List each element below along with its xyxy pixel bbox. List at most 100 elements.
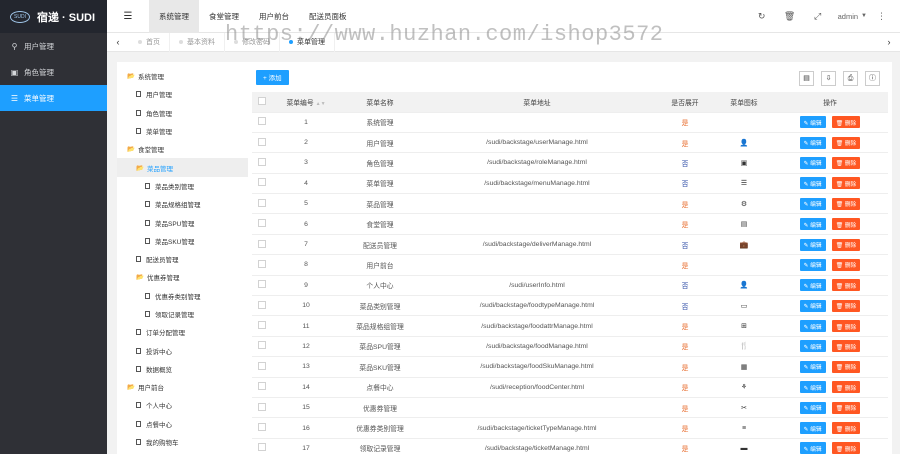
table-row[interactable]: 6 食堂管理 是 ▤ ✎ 编辑 🗑 删除 bbox=[252, 213, 888, 235]
tree-node[interactable]: 📂 优惠券管理 bbox=[117, 268, 248, 286]
row-checkbox[interactable] bbox=[258, 239, 266, 248]
tree-node[interactable]: 投诉中心 bbox=[117, 341, 248, 359]
sidebar-item[interactable]: ▣ 角色管理 bbox=[0, 59, 107, 85]
row-checkbox[interactable] bbox=[258, 402, 266, 411]
table-row[interactable]: 12 菜品SPU管理/sudi/backstage/foodManage.html… bbox=[252, 336, 888, 358]
tree-node[interactable]: 配送员管理 bbox=[117, 250, 248, 268]
table-row[interactable]: 17 领取记录管理/sudi/backstage/ticketManage.htm… bbox=[252, 438, 888, 454]
delete-button[interactable]: 🗑 删除 bbox=[831, 340, 861, 353]
table-row[interactable]: 7 配送员管理/sudi/backstage/deliverManage.html… bbox=[252, 234, 888, 256]
edit-button[interactable]: ✎ 编辑 bbox=[799, 360, 826, 373]
table-row[interactable]: 16 优惠券类别管理/sudi/backstage/ticketTypeManag… bbox=[252, 417, 888, 439]
page-tab[interactable]: 菜单管理 bbox=[280, 32, 335, 52]
edit-button[interactable]: ✎ 编辑 bbox=[799, 299, 826, 312]
delete-button[interactable]: 🗑 删除 bbox=[831, 299, 861, 312]
tree-node[interactable]: 个人中心 bbox=[117, 396, 248, 414]
user-menu[interactable]: admin bbox=[838, 12, 858, 21]
edit-button[interactable]: ✎ 编辑 bbox=[799, 238, 826, 251]
edit-button[interactable]: ✎ 编辑 bbox=[799, 197, 826, 210]
table-row[interactable]: 15 优惠券管理 是 ✂ ✎ 编辑 🗑 删除 bbox=[252, 397, 888, 419]
delete-button[interactable]: 🗑 删除 bbox=[831, 320, 861, 333]
row-checkbox[interactable] bbox=[258, 280, 266, 289]
delete-button[interactable]: 🗑 删除 bbox=[831, 381, 861, 394]
sidebar-item[interactable]: ⚲ 用户管理 bbox=[0, 33, 107, 59]
edit-button[interactable]: ✎ 编辑 bbox=[799, 381, 826, 394]
fullscreen-icon[interactable]: ⤢ bbox=[804, 11, 832, 22]
row-checkbox[interactable] bbox=[258, 219, 266, 228]
edit-button[interactable]: ✎ 编辑 bbox=[799, 422, 826, 435]
edit-button[interactable]: ✎ 编辑 bbox=[799, 279, 826, 292]
tabs-left-arrow-icon[interactable]: ‹ bbox=[107, 37, 129, 47]
tree-node[interactable]: 菜单管理 bbox=[117, 122, 248, 140]
page-tab[interactable]: 修改密码 bbox=[225, 32, 280, 52]
delete-button[interactable]: 🗑 删除 bbox=[831, 238, 861, 251]
delete-button[interactable]: 🗑 删除 bbox=[831, 136, 861, 149]
columns-filter-icon[interactable]: ▤ bbox=[799, 71, 814, 86]
print-icon[interactable]: ⎙ bbox=[843, 71, 858, 86]
delete-button[interactable]: 🗑 删除 bbox=[831, 279, 861, 292]
tree-node[interactable]: 我的购物车 bbox=[117, 433, 248, 451]
tree-node[interactable]: 领取记录管理 bbox=[117, 305, 248, 323]
table-row[interactable]: 1 系统管理 是 ✎ 编辑 🗑 删除 bbox=[252, 112, 888, 133]
tree-node[interactable]: 角色管理 bbox=[117, 104, 248, 122]
tree-node[interactable]: 菜品类别管理 bbox=[117, 177, 248, 195]
tree-node[interactable]: 菜品SKU管理 bbox=[117, 232, 248, 250]
edit-button[interactable]: ✎ 编辑 bbox=[799, 320, 826, 333]
tree-node[interactable]: 订单分配管理 bbox=[117, 323, 248, 341]
delete-button[interactable]: 🗑 删除 bbox=[831, 156, 861, 169]
table-row[interactable]: 14 点餐中心/sudi/reception/foodCenter.html 是 ⚘ ✎… bbox=[252, 377, 888, 398]
tree-node[interactable]: 📂 系统管理 bbox=[117, 67, 248, 85]
table-row[interactable]: 8 用户前台 是 ✎ 编辑 🗑 删除 bbox=[252, 254, 888, 276]
tree-node[interactable]: 点餐中心 bbox=[117, 415, 248, 433]
row-checkbox[interactable] bbox=[258, 443, 266, 452]
delete-button[interactable]: 🗑 删除 bbox=[831, 360, 861, 373]
row-checkbox[interactable] bbox=[258, 198, 266, 207]
delete-button[interactable]: 🗑 删除 bbox=[831, 177, 861, 190]
select-all-checkbox[interactable] bbox=[258, 96, 266, 105]
row-checkbox[interactable] bbox=[258, 157, 266, 166]
edit-button[interactable]: ✎ 编辑 bbox=[799, 218, 826, 231]
delete-button[interactable]: 🗑 删除 bbox=[831, 422, 861, 435]
export-icon[interactable]: ⇩ bbox=[821, 71, 836, 86]
tree-node[interactable]: 优惠券类别管理 bbox=[117, 287, 248, 305]
delete-button[interactable]: 🗑 删除 bbox=[831, 116, 861, 129]
edit-button[interactable]: ✎ 编辑 bbox=[799, 156, 826, 169]
edit-button[interactable]: ✎ 编辑 bbox=[799, 136, 826, 149]
row-checkbox[interactable] bbox=[258, 321, 266, 330]
chevron-down-icon[interactable]: ▼ bbox=[861, 13, 867, 19]
edit-button[interactable]: ✎ 编辑 bbox=[799, 258, 826, 271]
row-checkbox[interactable] bbox=[258, 300, 266, 309]
brand[interactable]: SUDI 宿递 · SUDI bbox=[0, 0, 107, 33]
top-tab[interactable]: 系统管理 bbox=[149, 0, 199, 33]
table-row[interactable]: 2 用户管理/sudi/backstage/userManage.html 是 👤 ✎ … bbox=[252, 132, 888, 154]
table-row[interactable]: 5 菜品管理 是 ⚙ ✎ 编辑 🗑 删除 bbox=[252, 193, 888, 215]
header-menu-id[interactable]: 菜单编号 ▲▼ bbox=[272, 92, 340, 113]
sort-icon[interactable]: ▲▼ bbox=[316, 101, 326, 107]
row-checkbox[interactable] bbox=[258, 259, 266, 268]
top-tab[interactable]: 配送员面板 bbox=[299, 0, 357, 33]
edit-button[interactable]: ✎ 编辑 bbox=[799, 116, 826, 129]
edit-button[interactable]: ✎ 编辑 bbox=[799, 401, 826, 414]
top-tab[interactable]: 食堂管理 bbox=[199, 0, 249, 33]
delete-button[interactable]: 🗑 删除 bbox=[831, 442, 861, 454]
add-button[interactable]: + 添加 bbox=[256, 69, 289, 85]
edit-button[interactable]: ✎ 编辑 bbox=[799, 442, 826, 454]
tabs-right-arrow-icon[interactable]: › bbox=[878, 37, 900, 47]
tree-node[interactable]: 数据概览 bbox=[117, 360, 248, 378]
delete-button[interactable]: 🗑 删除 bbox=[831, 401, 861, 414]
edit-button[interactable]: ✎ 编辑 bbox=[799, 177, 826, 190]
tree-node[interactable]: 📂 食堂管理 bbox=[117, 140, 248, 158]
table-row[interactable]: 3 角色管理/sudi/backstage/roleManage.html 否 ▣ ✎ … bbox=[252, 152, 888, 174]
row-checkbox[interactable] bbox=[258, 361, 266, 370]
table-row[interactable]: 4 菜单管理/sudi/backstage/menuManage.html 否 ☰ ✎ … bbox=[252, 173, 888, 195]
row-checkbox[interactable] bbox=[258, 178, 266, 187]
row-checkbox[interactable] bbox=[258, 423, 266, 432]
table-row[interactable]: 11 菜品规格组管理/sudi/backstage/foodattrManage.… bbox=[252, 315, 888, 337]
more-icon[interactable]: ⋮ bbox=[877, 11, 886, 22]
top-tab[interactable]: 用户前台 bbox=[249, 0, 299, 33]
tree-node[interactable]: 📂 菜品管理 bbox=[117, 158, 248, 177]
tree-node[interactable]: 菜品SPU管理 bbox=[117, 213, 248, 231]
tree-node[interactable]: 用户管理 bbox=[117, 85, 248, 103]
page-tab[interactable]: 首页 bbox=[129, 32, 170, 52]
delete-button[interactable]: 🗑 删除 bbox=[831, 218, 861, 231]
